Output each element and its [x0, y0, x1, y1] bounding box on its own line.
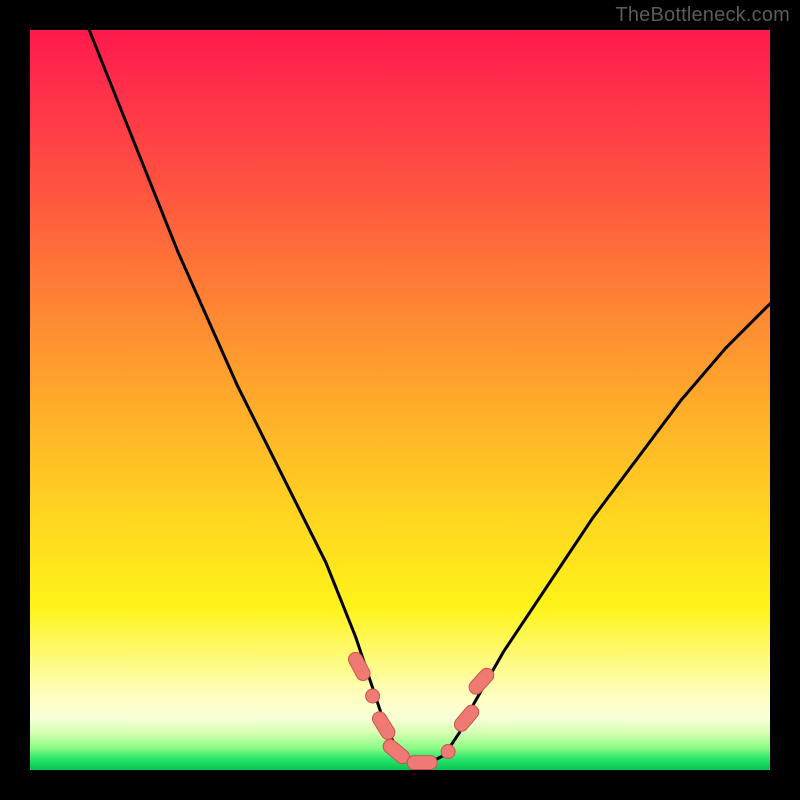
curve-marker: [441, 745, 455, 759]
curve-marker: [452, 702, 482, 734]
chart-frame: TheBottleneck.com: [0, 0, 800, 800]
attribution-text: TheBottleneck.com: [615, 4, 790, 27]
bottleneck-curve: [89, 30, 770, 763]
curve-marker: [366, 689, 380, 703]
plot-area: [30, 30, 770, 770]
curve-layer: [30, 30, 770, 770]
curve-marker: [466, 665, 496, 697]
curve-marker: [407, 756, 437, 770]
curve-marker: [346, 650, 372, 683]
curve-marker: [370, 709, 398, 742]
